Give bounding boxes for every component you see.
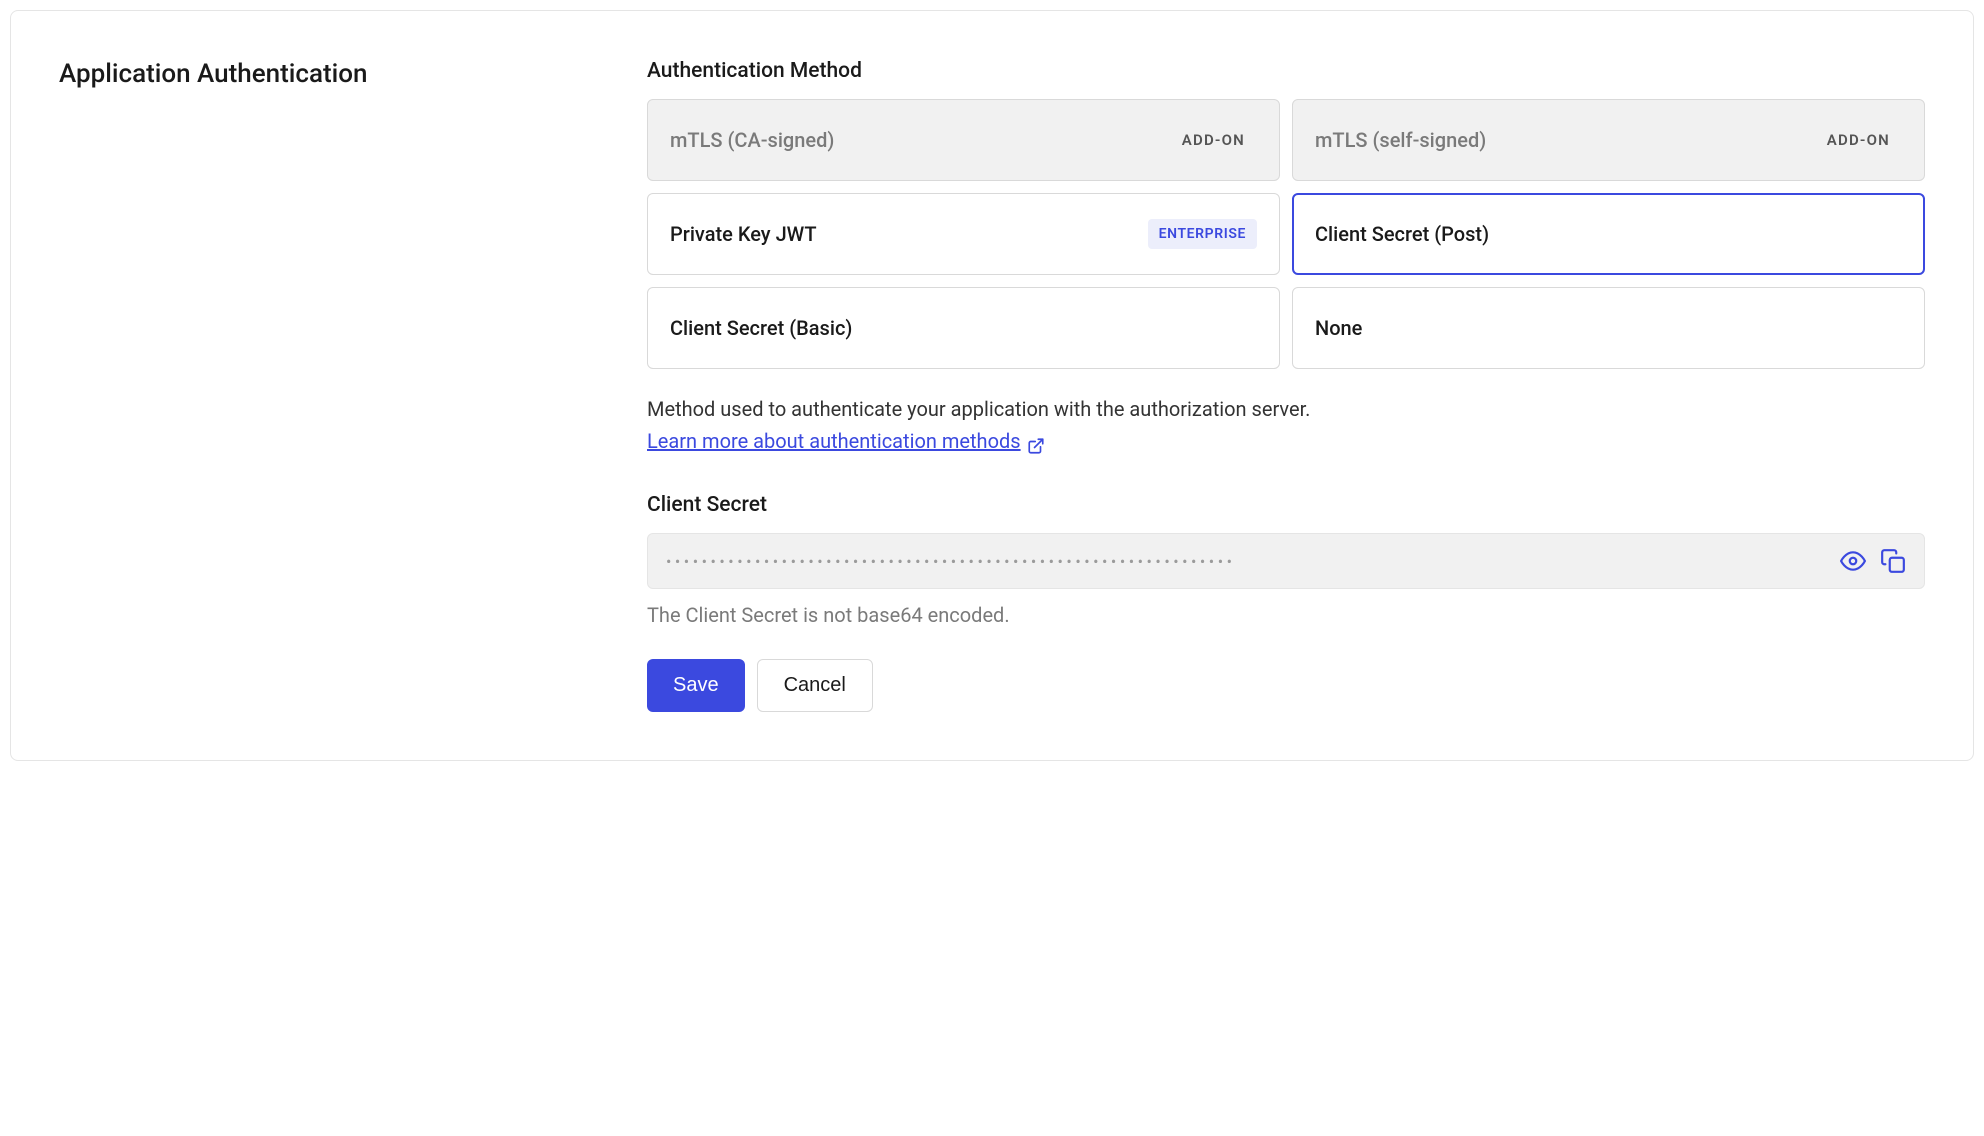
- save-button[interactable]: Save: [647, 659, 745, 712]
- auth-method-helper: Method used to authenticate your applica…: [647, 393, 1925, 457]
- auth-option-mtls-ca[interactable]: mTLS (CA-signed) ADD-ON: [647, 99, 1280, 181]
- auth-option-label: mTLS (CA-signed): [670, 128, 834, 152]
- auth-method-label: Authentication Method: [647, 59, 1925, 83]
- auth-option-client-secret-post[interactable]: Client Secret (Post): [1292, 193, 1925, 275]
- section-title-column: Application Authentication: [59, 59, 599, 712]
- learn-more-link[interactable]: Learn more about authentication methods: [647, 425, 1045, 457]
- eye-icon: [1840, 548, 1866, 574]
- auth-option-client-secret-basic[interactable]: Client Secret (Basic): [647, 287, 1280, 369]
- cancel-button[interactable]: Cancel: [757, 659, 873, 712]
- section-title: Application Authentication: [59, 59, 599, 89]
- form-actions: Save Cancel: [647, 659, 1925, 712]
- auth-option-label: mTLS (self-signed): [1315, 128, 1486, 152]
- addon-badge: ADD-ON: [1815, 125, 1902, 155]
- reveal-secret-button[interactable]: [1840, 548, 1866, 574]
- auth-option-label: Client Secret (Post): [1315, 222, 1489, 246]
- helper-text-content: Method used to authenticate your applica…: [647, 397, 1310, 421]
- enterprise-badge: ENTERPRISE: [1148, 219, 1257, 249]
- client-secret-masked-value: ••••••••••••••••••••••••••••••••••••••••…: [666, 549, 1826, 573]
- client-secret-field: ••••••••••••••••••••••••••••••••••••••••…: [647, 533, 1925, 589]
- settings-column: Authentication Method mTLS (CA-signed) A…: [647, 59, 1925, 712]
- learn-more-text: Learn more about authentication methods: [647, 425, 1021, 457]
- external-link-icon: [1027, 432, 1045, 450]
- auth-option-none[interactable]: None: [1292, 287, 1925, 369]
- auth-option-label: Client Secret (Basic): [670, 316, 852, 340]
- client-secret-section: Client Secret ••••••••••••••••••••••••••…: [647, 493, 1925, 627]
- client-secret-label: Client Secret: [647, 493, 1925, 517]
- client-secret-hint: The Client Secret is not base64 encoded.: [647, 603, 1925, 627]
- auth-option-label: Private Key JWT: [670, 222, 817, 246]
- auth-method-grid: mTLS (CA-signed) ADD-ON mTLS (self-signe…: [647, 99, 1925, 369]
- copy-icon: [1880, 548, 1906, 574]
- addon-badge: ADD-ON: [1170, 125, 1257, 155]
- auth-option-private-key-jwt[interactable]: Private Key JWT ENTERPRISE: [647, 193, 1280, 275]
- auth-option-label: None: [1315, 316, 1362, 340]
- copy-secret-button[interactable]: [1880, 548, 1906, 574]
- auth-option-mtls-self[interactable]: mTLS (self-signed) ADD-ON: [1292, 99, 1925, 181]
- app-auth-card: Application Authentication Authenticatio…: [10, 10, 1974, 761]
